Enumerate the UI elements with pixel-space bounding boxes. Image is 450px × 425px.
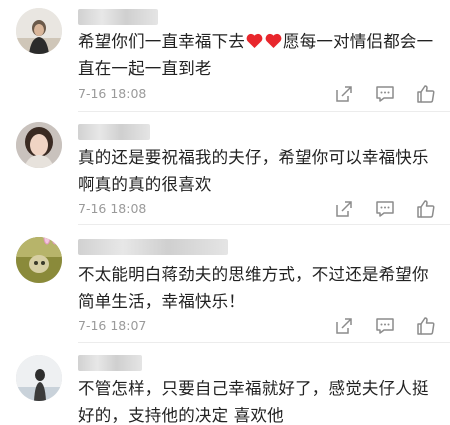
bunny-ears-icon: [43, 237, 59, 245]
heart-icon: [246, 33, 263, 48]
heart-icon: [265, 33, 282, 48]
thumbs-up-icon[interactable]: [416, 199, 436, 219]
avatar[interactable]: [16, 355, 62, 401]
comment-text: 不管怎样，只要自己幸福就好了，感觉夫仔人挺好的，支持他的决定 喜欢他: [78, 379, 429, 425]
avatar[interactable]: [16, 122, 62, 168]
comment-actions: [334, 199, 444, 219]
comment-timestamp: 7-16 18:08: [78, 86, 147, 101]
comment-item: 不管怎样，只要自己幸福就好了，感觉夫仔人挺好的，支持他的决定 喜欢他: [0, 343, 450, 425]
comment-text: 真的还是要祝福我的夫仔，希望你可以幸福快乐啊真的真的很喜欢: [78, 148, 429, 194]
username-blurred[interactable]: [78, 124, 150, 140]
comment-feed: 希望你们一直幸福下去愿每一对情侣都会一直在一起一直到老 7-16 18:08: [0, 0, 450, 425]
share-icon[interactable]: [334, 84, 354, 104]
share-icon[interactable]: [334, 199, 354, 219]
comment-icon[interactable]: [375, 84, 395, 104]
avatar[interactable]: [16, 237, 62, 283]
thumbs-up-icon[interactable]: [416, 84, 436, 104]
comment-timestamp: 7-16 18:07: [78, 318, 147, 333]
share-icon[interactable]: [334, 316, 354, 336]
comment-actions: [334, 316, 444, 336]
comment-item: 希望你们一直幸福下去 愿每一对情侣都会一直在一起一直到老 7-16 18:08: [0, 0, 450, 112]
username-blurred[interactable]: [78, 9, 158, 25]
comment-timestamp: 7-16 18:08: [78, 201, 147, 216]
comment-icon[interactable]: [375, 199, 395, 219]
comment-actions: [334, 84, 444, 104]
avatar[interactable]: [16, 8, 62, 54]
comment-item: 真的还是要祝福我的夫仔，希望你可以幸福快乐啊真的真的很喜欢 7-16 18:08: [0, 112, 450, 225]
comment-text: 希望你们一直幸福下去 愿每一对情侣都会一直在一起一直到老: [78, 32, 434, 78]
username-blurred[interactable]: [78, 239, 228, 255]
comment-text: 不太能明白蒋劲夫的思维方式，不过还是希望你简单生活，幸福快乐！: [78, 265, 429, 311]
comment-item: 不太能明白蒋劲夫的思维方式，不过还是希望你简单生活，幸福快乐！ 7-16 18:…: [0, 225, 450, 343]
username-blurred[interactable]: [78, 355, 142, 371]
comment-icon[interactable]: [375, 316, 395, 336]
thumbs-up-icon[interactable]: [416, 316, 436, 336]
